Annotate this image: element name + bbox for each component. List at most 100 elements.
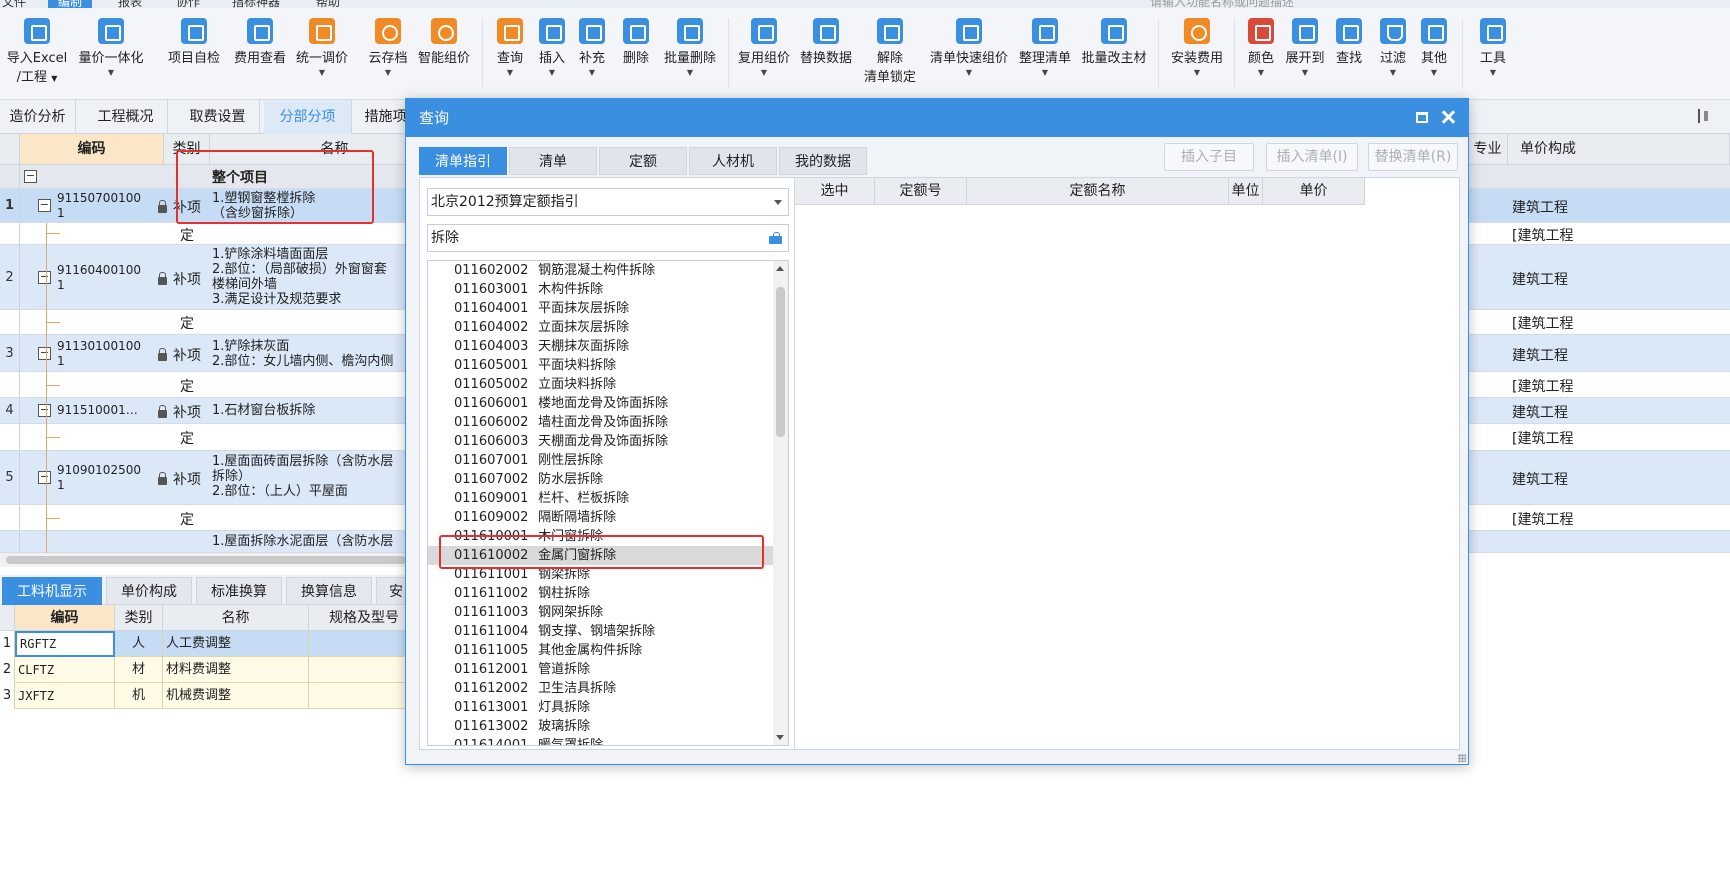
code-column-header[interactable]: 编码 [20,134,164,165]
list-item[interactable]: 011606003 天棚面龙骨及饰面拆除 [428,432,774,451]
close-icon[interactable] [1439,108,1457,126]
replace-data-button[interactable]: 替换数据 [796,18,856,68]
resize-grip-icon[interactable] [1458,754,1466,762]
scroll-thumb[interactable] [6,556,406,564]
list-item[interactable]: 011602002 钢筋混凝土构件拆除 [428,261,774,280]
list-item[interactable]: 011604002 立面抹灰层拆除 [428,318,774,337]
cell-type[interactable]: 材 [115,657,163,683]
cell-spec[interactable] [309,683,420,709]
name-column-header[interactable]: 名称 [163,605,309,631]
tab-conversion-info[interactable]: 换算信息 [286,577,372,605]
unit-column-header[interactable]: 单位 [1229,178,1263,205]
batch-material-button[interactable]: 批量改主材 [1078,18,1150,68]
vertical-scrollbar[interactable] [773,261,788,745]
collapse-toggle-icon[interactable]: − [38,404,51,417]
list-item[interactable]: 011613002 玻璃拆除 [428,717,774,736]
cell-name[interactable]: 机械费调整 [163,683,309,709]
insert-child-button[interactable]: 插入子目 [1164,143,1254,171]
table-row[interactable]: 2 CLFTZ 材 材料费调整 [0,657,420,683]
insert-button[interactable]: 插入 ▼ [534,18,570,78]
unit-price-column-header[interactable]: 单价 [1263,178,1365,205]
list-item[interactable]: 011606002 墙柱面龙骨及饰面拆除 [428,413,774,432]
panel-collapse-icon[interactable] [1696,109,1710,123]
tab-list-guide[interactable]: 清单指引 [419,147,507,175]
cell-code[interactable]: RGFTZ [15,631,115,657]
collapse-toggle-icon[interactable]: − [38,271,51,284]
list-item[interactable]: 011612002 卫生洁具拆除 [428,679,774,698]
unit-price-column-header[interactable]: 单价构成 [1508,134,1730,165]
list-item[interactable]: 011611004 钢支撑、钢墙架拆除 [428,622,774,641]
collapse-toggle-icon[interactable]: − [24,170,37,183]
cell-spec[interactable] [309,657,420,683]
reuse-pricing-button[interactable]: 复用组价 ▼ [734,18,794,78]
tab-unit-price-composition[interactable]: 单价构成 [106,577,192,605]
find-button[interactable]: 查找 [1332,18,1366,68]
menu-file[interactable]: 文件 [2,0,26,8]
list-item[interactable]: 011604003 天棚抹灰面拆除 [428,337,774,356]
collapse-toggle-icon[interactable]: − [38,471,51,484]
cell-type[interactable]: 机 [115,683,163,709]
tools-button[interactable]: 工具 ▼ [1476,18,1510,78]
selected-column-header[interactable]: 选中 [795,178,875,205]
cell-code[interactable]: CLFTZ [15,657,115,683]
cloud-archive-button[interactable]: 云存档 ▼ [364,18,412,78]
expand-to-button[interactable]: 展开到 ▼ [1282,18,1328,78]
scroll-up-icon[interactable] [776,266,784,271]
list-item[interactable]: 011613001 灯具拆除 [428,698,774,717]
quota-number-column-header[interactable]: 定额号 [875,178,967,205]
insert-list-button[interactable]: 插入清单(I) [1266,143,1358,171]
tab-standard-conversion[interactable]: 标准换算 [196,577,282,605]
menu-collab[interactable]: 协作 [176,0,200,8]
list-item[interactable]: 011609002 隔断隔墙拆除 [428,508,774,527]
project-check-button[interactable]: 项目自检 [164,18,224,68]
type-column-header[interactable]: 类别 [115,605,163,631]
tab-quota[interactable]: 定额 [599,147,687,175]
list-item[interactable]: 011605001 平面块料拆除 [428,356,774,375]
search-icon[interactable] [769,232,782,244]
major-column-header[interactable]: 专业 [1468,134,1508,165]
menu-help[interactable]: 帮助 [316,0,340,8]
menu-search-input[interactable]: 请输入功能名称或问题描述 [1150,0,1294,8]
library-select[interactable]: 北京2012预算定额指引 [427,188,789,216]
unified-price-button[interactable]: 统一调价 ▼ [292,18,352,78]
tab-my-data[interactable]: 我的数据 [779,147,867,175]
cell-code[interactable]: JXFTZ [15,683,115,709]
list-item[interactable]: 011611002 钢柱拆除 [428,584,774,603]
query-button[interactable]: 查询 ▼ [492,18,528,78]
search-input[interactable]: 拆除 [427,224,789,252]
horizontal-scrollbar[interactable] [0,553,420,567]
table-row[interactable]: 1 RGFTZ 人 人工费调整 [0,631,420,657]
maximize-icon[interactable] [1416,112,1428,123]
organize-list-button[interactable]: 整理清单 ▼ [1016,18,1074,78]
unlock-list-button[interactable]: 解除 清单锁定 [860,18,920,87]
collapse-toggle-icon[interactable]: − [38,199,51,212]
list-item[interactable]: 011609001 栏杆、栏板拆除 [428,489,774,508]
batch-delete-button[interactable]: 批量删除 ▼ [660,18,720,78]
table-row[interactable]: 3 JXFTZ 机 机械费调整 [0,683,420,709]
menu-edit[interactable]: 编制 [48,0,93,8]
replace-list-button[interactable]: 替换清单(R) [1368,143,1458,171]
cell-type[interactable]: 人 [115,631,163,657]
list-item[interactable]: 011605002 立面块料拆除 [428,375,774,394]
scroll-thumb[interactable] [776,287,785,437]
filter-button[interactable]: 过滤 ▼ [1376,18,1410,78]
color-button[interactable]: 颜色 ▼ [1244,18,1278,78]
import-excel-button[interactable]: 导入Excel/工程 ▼ [5,18,69,88]
cost-view-button[interactable]: 费用查看 [230,18,290,68]
list-item[interactable]: 011607002 防水层拆除 [428,470,774,489]
list-item[interactable]: 011607001 刚性层拆除 [428,451,774,470]
list-item[interactable]: 011611003 钢网架拆除 [428,603,774,622]
tab-labor-material[interactable]: 人材机 [689,147,777,175]
smart-pricing-button[interactable]: 智能组价 [414,18,474,68]
quota-name-column-header[interactable]: 定额名称 [967,178,1229,205]
tab-list[interactable]: 清单 [509,147,597,175]
dialog-title-bar[interactable]: 查询 [406,99,1468,137]
quantity-price-button[interactable]: 量价一体化 ▼ [76,18,146,78]
cell-name[interactable]: 人工费调整 [163,631,309,657]
code-column-header[interactable]: 编码 [15,605,115,631]
scroll-down-icon[interactable] [776,735,784,740]
supplement-button[interactable]: 补充 ▼ [574,18,610,78]
cell-name[interactable]: 材料费调整 [163,657,309,683]
tab-cost-analysis[interactable]: 造价分析 [0,100,76,134]
quick-pricing-button[interactable]: 清单快速组价 ▼ [926,18,1012,78]
